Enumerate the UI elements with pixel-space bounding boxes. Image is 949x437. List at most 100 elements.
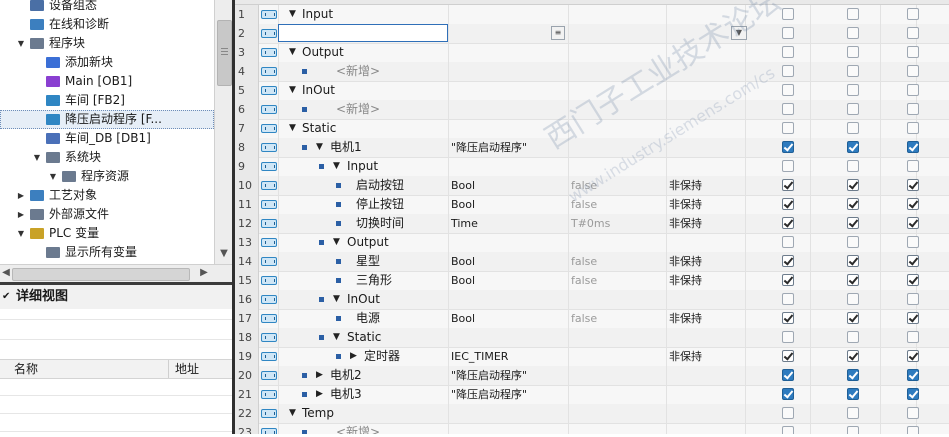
collapse-arrow-icon[interactable]: ▼ bbox=[333, 157, 340, 176]
member-name[interactable]: Static bbox=[347, 328, 381, 347]
access-checkbox[interactable] bbox=[907, 46, 919, 58]
table-row[interactable]: 16 ▼ InOut bbox=[235, 290, 949, 310]
browse-list-icon[interactable]: ≡ bbox=[551, 26, 565, 40]
collapse-arrow-icon[interactable]: ▼ bbox=[32, 148, 42, 167]
access-checkbox[interactable] bbox=[847, 103, 859, 115]
add-new-placeholder[interactable]: <新增> bbox=[336, 62, 380, 81]
collapse-chevron-icon[interactable]: ✔ bbox=[2, 285, 10, 309]
access-checkbox[interactable] bbox=[782, 350, 794, 362]
collapse-arrow-icon[interactable]: ▼ bbox=[289, 43, 296, 62]
access-checkbox[interactable] bbox=[907, 293, 919, 305]
member-name[interactable]: 切换时间 bbox=[356, 214, 404, 233]
row-number[interactable]: 21 bbox=[235, 385, 259, 404]
table-row[interactable]: 1 ▼ Input bbox=[235, 5, 949, 25]
row-number[interactable]: 5 bbox=[235, 81, 259, 100]
add-new-placeholder[interactable]: <新增> bbox=[336, 100, 380, 119]
row-number[interactable]: 16 bbox=[235, 290, 259, 309]
add-new-placeholder[interactable]: <新增> bbox=[336, 423, 380, 434]
table-row[interactable]: 4 <新增> bbox=[235, 62, 949, 82]
access-checkbox[interactable] bbox=[847, 426, 859, 434]
access-checkbox[interactable] bbox=[847, 293, 859, 305]
access-checkbox[interactable] bbox=[847, 312, 859, 324]
tree-vertical-scrollbar[interactable]: ▼ bbox=[214, 0, 232, 264]
row-number[interactable]: 18 bbox=[235, 328, 259, 347]
row-number[interactable]: 3 bbox=[235, 43, 259, 62]
tree-item[interactable]: 车间 [FB2] bbox=[0, 91, 214, 110]
table-row[interactable]: 5 ▼ InOut bbox=[235, 81, 949, 101]
member-datatype[interactable]: Bool bbox=[451, 176, 475, 195]
member-datatype[interactable]: Bool bbox=[451, 252, 475, 271]
access-checkbox[interactable] bbox=[907, 255, 919, 267]
row-number[interactable]: 14 bbox=[235, 252, 259, 271]
access-checkbox[interactable] bbox=[907, 8, 919, 20]
collapse-arrow-icon[interactable]: ▼ bbox=[289, 404, 296, 423]
table-row[interactable]: 12 切换时间 Time T#0ms 非保持 bbox=[235, 214, 949, 234]
access-checkbox[interactable] bbox=[847, 388, 859, 400]
member-name[interactable]: 三角形 bbox=[356, 271, 392, 290]
collapse-arrow-icon[interactable]: ▼ bbox=[16, 224, 26, 243]
member-name[interactable]: 电机2 bbox=[330, 366, 362, 385]
member-name[interactable]: Input bbox=[302, 5, 333, 24]
member-name[interactable]: 定时器 bbox=[364, 347, 400, 366]
access-checkbox[interactable] bbox=[907, 407, 919, 419]
member-datatype[interactable]: "降压启动程序" bbox=[451, 366, 527, 385]
member-retain[interactable]: 非保持 bbox=[669, 214, 702, 233]
row-number[interactable]: 9 bbox=[235, 157, 259, 176]
access-checkbox[interactable] bbox=[782, 122, 794, 134]
expand-arrow-icon[interactable]: ▶ bbox=[16, 186, 26, 205]
access-checkbox[interactable] bbox=[907, 198, 919, 210]
access-checkbox[interactable] bbox=[847, 407, 859, 419]
row-number[interactable]: 4 bbox=[235, 62, 259, 81]
row-number[interactable]: 19 bbox=[235, 347, 259, 366]
access-checkbox[interactable] bbox=[907, 103, 919, 115]
access-checkbox[interactable] bbox=[782, 141, 794, 153]
access-checkbox[interactable] bbox=[907, 65, 919, 77]
collapse-arrow-icon[interactable]: ▼ bbox=[333, 233, 340, 252]
member-name[interactable]: Static bbox=[302, 119, 336, 138]
row-number[interactable]: 8 bbox=[235, 138, 259, 157]
access-checkbox[interactable] bbox=[847, 198, 859, 210]
member-name[interactable]: Temp bbox=[302, 404, 334, 423]
table-row[interactable]: 10 启动按钮 Bool false 非保持 bbox=[235, 176, 949, 196]
member-default-value[interactable]: false bbox=[571, 252, 597, 271]
access-checkbox[interactable] bbox=[847, 350, 859, 362]
tree-item[interactable]: ▼ PLC 变量 bbox=[0, 224, 214, 243]
table-row[interactable]: 23 <新增> bbox=[235, 423, 949, 434]
access-checkbox[interactable] bbox=[782, 426, 794, 434]
access-checkbox[interactable] bbox=[782, 198, 794, 210]
table-row[interactable]: 6 <新增> bbox=[235, 100, 949, 120]
access-checkbox[interactable] bbox=[847, 369, 859, 381]
column-header-name[interactable]: 名称 bbox=[14, 360, 38, 378]
access-checkbox[interactable] bbox=[907, 312, 919, 324]
tree-hscroll-thumb[interactable] bbox=[12, 268, 190, 281]
access-checkbox[interactable] bbox=[782, 179, 794, 191]
row-number[interactable]: 11 bbox=[235, 195, 259, 214]
member-default-value[interactable]: T#0ms bbox=[571, 214, 610, 233]
access-checkbox[interactable] bbox=[907, 160, 919, 172]
access-checkbox[interactable] bbox=[782, 255, 794, 267]
access-checkbox[interactable] bbox=[782, 407, 794, 419]
tree-horizontal-scrollbar[interactable]: ◀ ▶ bbox=[0, 264, 232, 282]
access-checkbox[interactable] bbox=[782, 217, 794, 229]
access-checkbox[interactable] bbox=[847, 46, 859, 58]
access-checkbox[interactable] bbox=[847, 84, 859, 96]
member-name[interactable]: InOut bbox=[302, 81, 335, 100]
member-name[interactable]: Input bbox=[347, 157, 378, 176]
row-number[interactable]: 15 bbox=[235, 271, 259, 290]
collapse-arrow-icon[interactable]: ▼ bbox=[316, 138, 323, 157]
access-checkbox[interactable] bbox=[907, 217, 919, 229]
table-row[interactable]: 22 ▼ Temp bbox=[235, 404, 949, 424]
table-row[interactable]: 3 ▼ Output bbox=[235, 43, 949, 63]
detail-view-header[interactable]: ✔ 详细视图 bbox=[0, 285, 232, 309]
access-checkbox[interactable] bbox=[907, 426, 919, 434]
member-datatype[interactable]: Bool bbox=[451, 271, 475, 290]
member-retain[interactable]: 非保持 bbox=[669, 252, 702, 271]
access-checkbox[interactable] bbox=[907, 122, 919, 134]
access-checkbox[interactable] bbox=[847, 255, 859, 267]
access-checkbox[interactable] bbox=[782, 27, 794, 39]
access-checkbox[interactable] bbox=[907, 369, 919, 381]
tree-item[interactable]: 设备组态 bbox=[0, 0, 214, 15]
expand-arrow-icon[interactable]: ▶ bbox=[350, 347, 357, 366]
table-row[interactable]: 9 ▼ Input bbox=[235, 157, 949, 177]
tree-scroll-thumb[interactable] bbox=[217, 20, 232, 86]
